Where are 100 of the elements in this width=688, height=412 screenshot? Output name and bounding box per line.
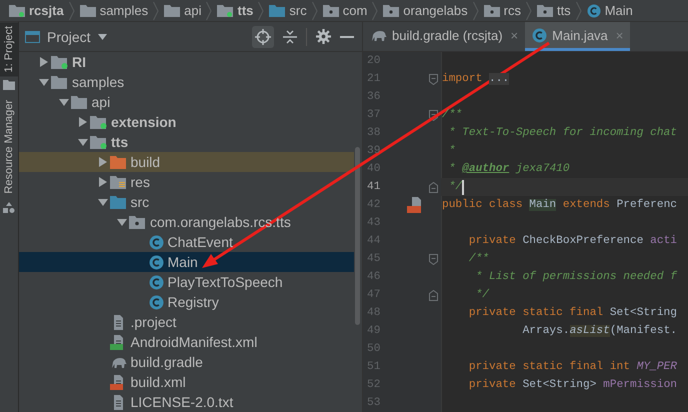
- chevron-icon: [258, 0, 264, 20]
- expanded-arrow-icon[interactable]: [98, 197, 108, 207]
- expanded-arrow-icon[interactable]: [117, 217, 127, 227]
- chevron-icon: [526, 0, 532, 20]
- breadcrumb-item[interactable]: src: [264, 3, 312, 18]
- tree-item[interactable]: src: [19, 192, 354, 212]
- class-icon: [586, 4, 601, 18]
- tree-item[interactable]: res: [19, 172, 354, 192]
- breadcrumb-item[interactable]: tts: [532, 3, 576, 18]
- class-icon: [532, 28, 548, 42]
- tree-item[interactable]: ChatEvent: [19, 232, 354, 252]
- expanded-arrow-icon[interactable]: [58, 97, 68, 107]
- chevron-icon: [206, 0, 212, 20]
- xml-file-icon[interactable]: [407, 197, 423, 213]
- line-number: 41: [366, 180, 382, 195]
- tab-label: build.gradle (rcsjta): [392, 28, 503, 42]
- collapsed-arrow-icon[interactable]: [98, 177, 108, 187]
- tree-item-label: LICENSE-2.0.txt: [130, 394, 234, 410]
- line-number: 39: [366, 144, 382, 159]
- collapsed-arrow-icon[interactable]: [39, 57, 49, 67]
- folder-icon: [110, 156, 126, 169]
- code-line: private Set<String> mPermission: [468, 378, 678, 393]
- folder-icon: [269, 4, 286, 17]
- collapsed-arrow-icon[interactable]: [98, 157, 108, 167]
- tree-item-label: samples: [72, 74, 124, 90]
- fold-icon[interactable]: [429, 74, 438, 84]
- breadcrumb-item[interactable]: tts: [212, 3, 258, 18]
- editor-tab[interactable]: build.gradle (rcsjta) ×: [363, 22, 526, 51]
- folder-icon: [90, 136, 106, 149]
- folder-icon: [70, 96, 86, 109]
- code-line: * Text-To-Speech for incoming chat: [448, 126, 677, 141]
- tree-item[interactable]: Registry: [19, 292, 354, 312]
- tree-item-label: Main: [168, 254, 198, 270]
- folder-icon: [3, 80, 15, 90]
- folder-icon: [80, 4, 96, 17]
- folder-icon: [383, 4, 400, 17]
- folder-icon: [51, 76, 67, 89]
- tree-item[interactable]: extension: [19, 112, 354, 132]
- tree-item[interactable]: samples: [19, 72, 354, 92]
- tree-item[interactable]: build.xml: [19, 372, 354, 392]
- tree-item-label: ChatEvent: [168, 234, 233, 250]
- scrollbar[interactable]: [355, 147, 360, 325]
- class-icon: [148, 254, 164, 270]
- collapse-icon[interactable]: [283, 30, 297, 44]
- code-line: *: [448, 144, 456, 159]
- tree-item[interactable]: RI: [19, 52, 354, 72]
- fold-icon[interactable]: [429, 290, 438, 300]
- tree-item[interactable]: .project: [19, 312, 354, 332]
- folder-icon: [51, 56, 68, 69]
- elephant-icon: [110, 356, 126, 368]
- tree-item[interactable]: Main: [19, 252, 354, 272]
- folder-icon: [322, 4, 339, 17]
- tree-item-label: AndroidManifest.xml: [130, 334, 258, 350]
- folder-icon: [110, 196, 126, 209]
- expanded-arrow-icon[interactable]: [39, 77, 49, 87]
- tree-item[interactable]: LICENSE-2.0.txt: [19, 392, 354, 412]
- tool-window-tab[interactable]: Resource Manager: [0, 96, 18, 198]
- fold-icon[interactable]: [429, 254, 438, 264]
- tree-item[interactable]: build: [19, 152, 354, 172]
- breadcrumb-item[interactable]: Main: [582, 3, 638, 18]
- settings-icon[interactable]: [316, 29, 331, 44]
- folder-icon: [536, 4, 553, 17]
- breadcrumb-item[interactable]: com: [318, 3, 372, 18]
- tree-item[interactable]: tts: [19, 132, 354, 152]
- tree-item-label: res: [130, 174, 150, 190]
- tree-item-label: Registry: [168, 294, 219, 310]
- breadcrumb-item[interactable]: api: [159, 3, 206, 18]
- tool-window-tab[interactable]: 1: Project: [0, 22, 18, 76]
- expanded-arrow-icon[interactable]: [78, 137, 88, 147]
- elephant-icon: [370, 28, 387, 42]
- breadcrumb-item[interactable]: orangelabs: [378, 3, 473, 18]
- shapes-icon: [3, 202, 15, 214]
- tree-item-label: tts: [111, 134, 128, 150]
- chevron-icon: [372, 0, 378, 20]
- breadcrumb-item[interactable]: rcs: [478, 3, 526, 18]
- code-line: private CheckBoxPreference acti: [468, 234, 677, 249]
- breadcrumb-item[interactable]: rcsjta: [4, 3, 69, 18]
- fold-icon[interactable]: [429, 110, 438, 120]
- crosshair-icon[interactable]: [252, 26, 274, 48]
- chevron-icon: [68, 0, 75, 20]
- code-line: */: [474, 288, 489, 303]
- minimize-icon[interactable]: [340, 34, 354, 38]
- class-icon: [148, 294, 164, 310]
- collapsed-arrow-icon[interactable]: [78, 117, 88, 127]
- code-line: * @author jexa7410: [448, 162, 570, 177]
- chevron-icon: [153, 0, 160, 20]
- resource-folder-icon: [110, 176, 126, 189]
- code-line: import ...: [441, 72, 510, 87]
- breadcrumb-item[interactable]: samples: [74, 3, 154, 18]
- tree-item[interactable]: api: [19, 92, 354, 112]
- editor-tab[interactable]: Main.java ×: [525, 22, 630, 51]
- tree-item[interactable]: build.gradle: [19, 352, 354, 372]
- tree-item[interactable]: PlayTextToSpeech: [19, 272, 354, 292]
- folder-icon: [217, 4, 234, 17]
- tab-label: Main.java: [552, 28, 608, 42]
- fold-icon[interactable]: [429, 182, 438, 192]
- tree-item[interactable]: AndroidManifest.xml: [19, 332, 354, 352]
- project-view-dropdown[interactable]: Project: [25, 28, 107, 44]
- window-icon: [25, 30, 40, 42]
- folder-icon: [164, 4, 180, 17]
